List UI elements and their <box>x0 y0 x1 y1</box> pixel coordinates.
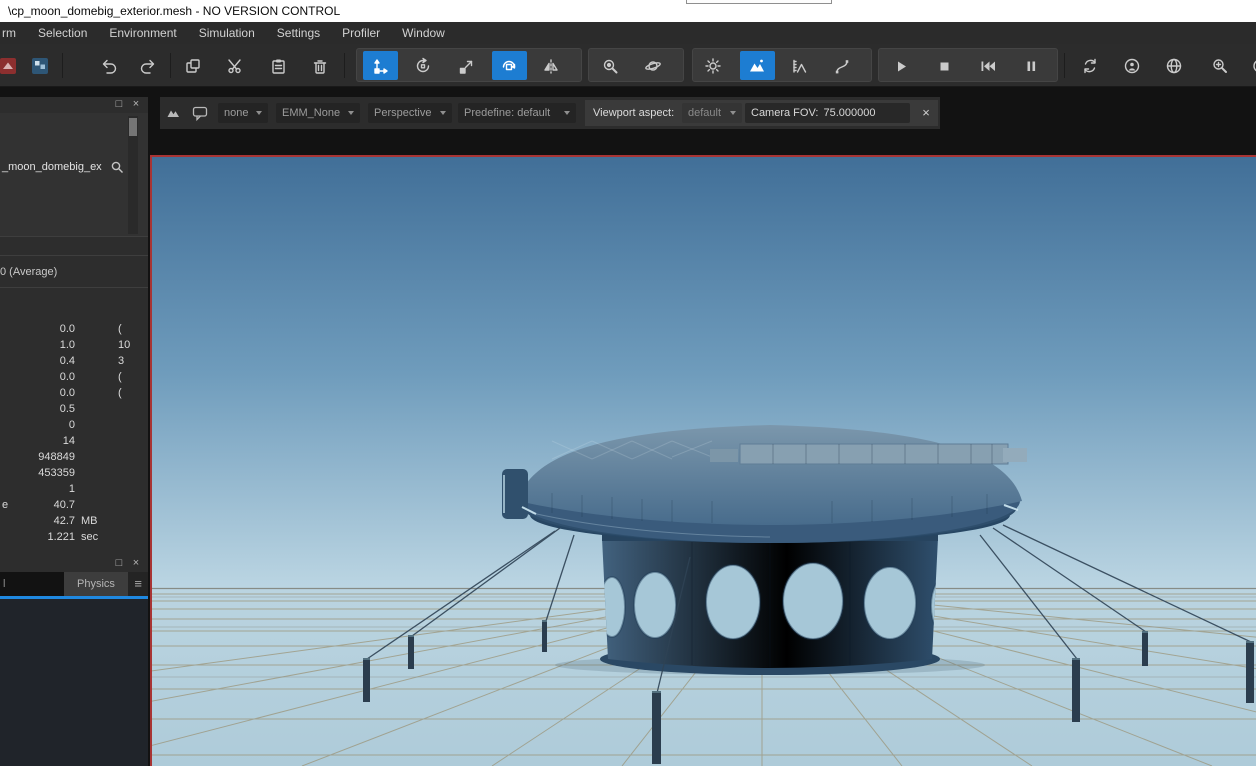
titlebar: \cp_moon_domebig_exterior.mesh - NO VERS… <box>0 0 1256 22</box>
sphere-lod-icon[interactable] <box>1157 51 1191 80</box>
window-title: \cp_moon_domebig_exterior.mesh - NO VERS… <box>8 0 340 22</box>
left-panel: □ × _moon_domebig_ex 0 (Average) 0.0(1.0… <box>0 97 148 556</box>
chevron-down-icon <box>730 111 736 115</box>
emm-dropdown[interactable]: EMM_None <box>276 103 360 123</box>
viewport-toolbar: none EMM_None Perspective Predefine: def… <box>160 97 940 129</box>
background-window-edge <box>686 0 832 4</box>
stat-row: e40.7 <box>0 498 148 514</box>
paste-icon[interactable] <box>261 51 295 80</box>
redo-icon[interactable] <box>132 51 166 80</box>
resource-browser: _moon_domebig_ex <box>0 113 148 237</box>
bottom-panel: □ × lPhysics ≡ <box>0 556 148 766</box>
dock-panel-icon[interactable]: □ <box>112 97 126 112</box>
refresh-icon[interactable] <box>1073 51 1107 80</box>
stats-list: 0.0(1.0100.430.0(0.0(0.50149488494533591… <box>0 322 148 546</box>
menubar: rmSelectionEnvironmentSimulationSettings… <box>0 22 1256 44</box>
translate-tool-icon[interactable] <box>363 51 397 80</box>
camera-mode-dropdown[interactable]: Perspective <box>368 103 452 123</box>
duplicate-icon[interactable] <box>176 51 210 80</box>
mesh-red-app-icon[interactable] <box>0 51 25 80</box>
aspect-label: Viewport aspect: <box>593 100 674 126</box>
tab-physics[interactable]: Physics <box>64 572 128 596</box>
close-viewport-settings-button[interactable]: × <box>917 103 935 123</box>
camera-fov-field[interactable]: Camera FOV: 75.000000 <box>745 103 910 123</box>
application-window: \cp_moon_domebig_exterior.mesh - NO VERS… <box>0 0 1256 766</box>
menu-item-environment[interactable]: Environment <box>98 22 187 44</box>
tab-l[interactable]: l <box>0 572 64 596</box>
partial-right-icon[interactable] <box>1240 51 1256 80</box>
bottom-panel-header: □ × <box>0 556 148 572</box>
zoom-selected-icon[interactable] <box>593 51 627 80</box>
viewport-3d[interactable] <box>150 155 1256 766</box>
scrollbar[interactable] <box>128 116 138 234</box>
spline-icon[interactable] <box>825 51 859 80</box>
stat-row: 453359 <box>0 466 148 482</box>
stat-row: 0 <box>0 418 148 434</box>
planet-icon[interactable] <box>636 51 670 80</box>
predefine-dropdown[interactable]: Predefine: default <box>458 103 576 123</box>
menu-item-settings[interactable]: Settings <box>266 22 331 44</box>
terrain-view-icon[interactable] <box>740 51 774 80</box>
stat-row: 0.43 <box>0 354 148 370</box>
left-panel-header: □ × <box>0 97 148 113</box>
stat-row: 0.0( <box>0 370 148 386</box>
stop-icon[interactable] <box>927 51 961 80</box>
snap-rotate-tool-icon[interactable] <box>492 51 526 80</box>
search-icon[interactable] <box>110 160 124 179</box>
pause-icon[interactable] <box>1014 51 1048 80</box>
stat-row: 0.5 <box>0 402 148 418</box>
tab-menu-icon[interactable]: ≡ <box>134 574 142 594</box>
cut-icon[interactable] <box>218 51 252 80</box>
dock-panel-icon[interactable]: □ <box>112 556 126 571</box>
scrollbar-thumb[interactable] <box>129 118 137 136</box>
close-panel-icon[interactable]: × <box>129 556 143 571</box>
menu-item-window[interactable]: Window <box>391 22 456 44</box>
aspect-dropdown[interactable]: default <box>682 103 742 123</box>
chevron-down-icon <box>348 111 354 115</box>
sun-weather-icon[interactable] <box>696 51 730 80</box>
rewind-icon[interactable] <box>970 51 1004 80</box>
rotate-tool-icon[interactable] <box>406 51 440 80</box>
menu-item-selection[interactable]: Selection <box>27 22 98 44</box>
resource-name: _moon_domebig_ex <box>2 157 102 177</box>
stat-row: 1.010 <box>0 338 148 354</box>
bottom-tabs: lPhysics <box>0 572 148 596</box>
chevron-down-icon <box>256 111 262 115</box>
comment-icon[interactable] <box>192 105 209 122</box>
menu-item-rm[interactable]: rm <box>0 22 27 44</box>
stat-row: 1 <box>0 482 148 498</box>
mirror-tool-icon[interactable] <box>534 51 568 80</box>
scale-tool-icon[interactable] <box>449 51 483 80</box>
menu-item-profiler[interactable]: Profiler <box>331 22 391 44</box>
stat-row: 1.221sec <box>0 530 148 546</box>
resource-row[interactable]: _moon_domebig_ex <box>0 157 148 177</box>
fov-value: 75.000000 <box>823 107 875 119</box>
main-toolbar <box>0 44 1256 87</box>
stat-row: 948849 <box>0 450 148 466</box>
stat-row: 0.0( <box>0 322 148 338</box>
stat-row: 0.0( <box>0 386 148 402</box>
menubar-items: rmSelectionEnvironmentSimulationSettings… <box>0 22 456 44</box>
fov-label: Camera FOV: <box>751 107 818 119</box>
terrain-small-icon[interactable] <box>166 105 181 120</box>
heightmap-icon[interactable] <box>782 51 816 80</box>
mesh-blue-app-icon[interactable] <box>23 51 57 80</box>
viewport-settings-strip: Viewport aspect: default Camera FOV: 75.… <box>585 100 938 126</box>
bottom-panel-body <box>0 599 148 766</box>
menu-item-simulation[interactable]: Simulation <box>188 22 266 44</box>
search-entities-icon[interactable] <box>1203 51 1237 80</box>
delete-icon[interactable] <box>303 51 337 80</box>
close-panel-icon[interactable]: × <box>129 97 143 112</box>
chevron-down-icon <box>564 111 570 115</box>
average-row: 0 (Average) <box>0 255 148 288</box>
material-dropdown[interactable]: none <box>218 103 268 123</box>
chevron-down-icon <box>440 111 446 115</box>
stat-row: 14 <box>0 434 148 450</box>
user-camera-icon[interactable] <box>1115 51 1149 80</box>
scene-render[interactable] <box>152 157 1256 766</box>
stat-row: 42.7MB <box>0 514 148 530</box>
undo-icon[interactable] <box>91 51 125 80</box>
play-icon[interactable] <box>884 51 918 80</box>
